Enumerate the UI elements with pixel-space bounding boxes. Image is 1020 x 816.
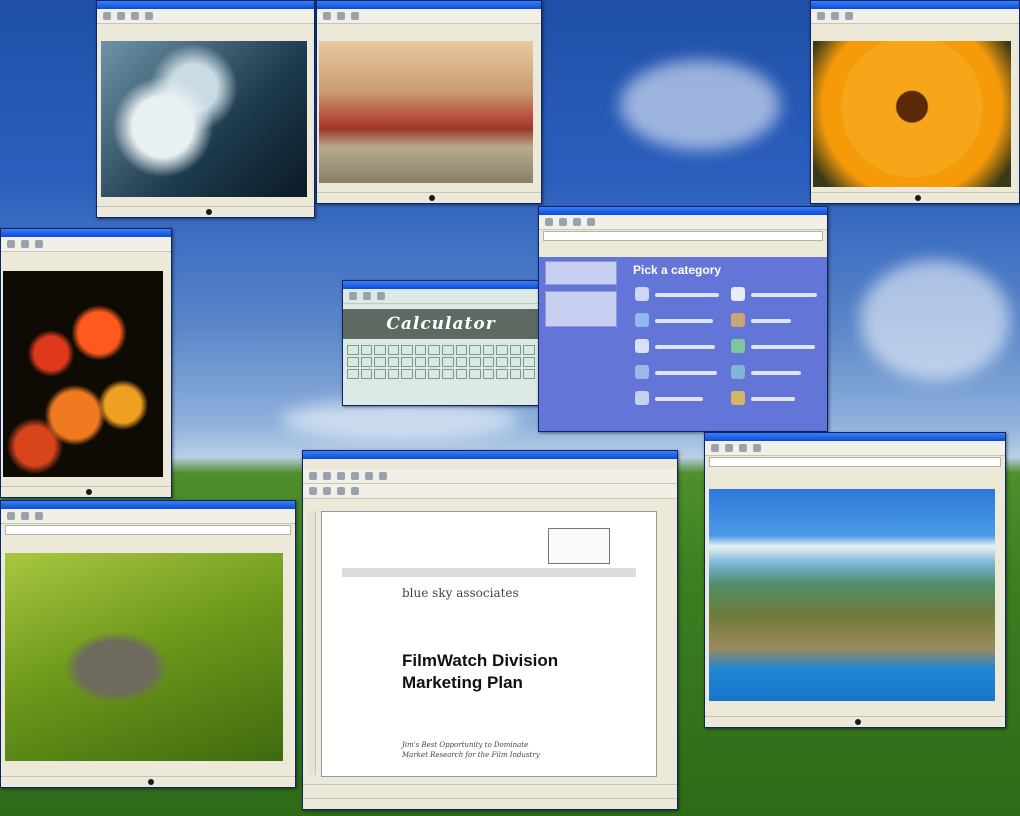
title-bar[interactable]	[343, 281, 539, 289]
toolbar[interactable]	[1, 237, 171, 252]
cloud	[620, 60, 780, 150]
category-icon[interactable]	[731, 313, 745, 327]
vertical-ruler	[307, 511, 316, 775]
calculator-window[interactable]: Calculator	[342, 280, 540, 406]
category-link[interactable]	[751, 397, 795, 401]
document-subtitle-line2: Market Research for the Film Industry	[402, 751, 540, 759]
document-subtitle-line1: Jim's Best Opportunity to Dominate	[402, 741, 529, 749]
category-icon[interactable]	[635, 391, 649, 405]
document-title-line2: Marketing Plan	[402, 673, 523, 692]
menu-bar[interactable]	[303, 459, 677, 469]
category-heading: Pick a category	[633, 263, 722, 277]
toolbar[interactable]	[317, 9, 541, 24]
category-link[interactable]	[751, 293, 817, 297]
title-bar[interactable]	[1, 501, 295, 509]
category-panel: Pick a category	[539, 257, 827, 431]
photo-coastline	[709, 489, 995, 701]
title-bar[interactable]	[317, 1, 541, 9]
title-bar[interactable]	[97, 1, 314, 9]
formatting-toolbar[interactable]	[303, 484, 677, 499]
title-bar[interactable]	[1, 229, 171, 237]
title-bar[interactable]	[539, 207, 827, 215]
title-bar[interactable]	[705, 433, 1005, 441]
header-band	[342, 568, 636, 577]
control-panel-window[interactable]: Pick a category	[538, 206, 828, 432]
document-subtitle: Jim's Best Opportunity to Dominate Marke…	[402, 740, 540, 760]
address-bar[interactable]	[5, 525, 291, 535]
globe-icon	[148, 779, 154, 785]
standard-toolbar[interactable]	[303, 469, 677, 484]
category-link[interactable]	[751, 371, 801, 375]
title-bar[interactable]	[811, 1, 1019, 9]
desktop-background: Calculator Pick a category blue sky asso…	[0, 0, 1020, 816]
status-bar	[1, 776, 295, 787]
category-link[interactable]	[751, 345, 815, 349]
photo-window-red-flowers[interactable]	[0, 228, 172, 498]
category-icon[interactable]	[731, 287, 745, 301]
globe-icon	[86, 489, 92, 495]
photo-red-flowers	[3, 271, 163, 477]
document-page[interactable]: blue sky associates FilmWatch Division M…	[321, 511, 657, 777]
photo-window-insect[interactable]	[0, 500, 296, 788]
document-title-line1: FilmWatch Division	[402, 651, 559, 670]
category-icon[interactable]	[635, 313, 649, 327]
document-title: FilmWatch Division Marketing Plan	[402, 650, 558, 694]
category-icon[interactable]	[731, 365, 745, 379]
toolbar[interactable]	[343, 289, 539, 304]
category-icon[interactable]	[635, 365, 649, 379]
category-icon[interactable]	[635, 287, 649, 301]
word-document-window[interactable]: blue sky associates FilmWatch Division M…	[302, 450, 678, 810]
status-bar	[97, 206, 314, 217]
logo-placeholder	[548, 528, 610, 564]
task-sidebar	[545, 261, 617, 391]
photo-orange-flower	[813, 41, 1011, 187]
photo-window-waves[interactable]	[96, 0, 315, 218]
globe-icon	[855, 719, 861, 725]
category-link[interactable]	[655, 293, 719, 297]
status-bar	[317, 192, 541, 203]
cloud	[860, 260, 1010, 380]
globe-icon	[205, 209, 212, 215]
category-link[interactable]	[751, 319, 791, 323]
address-bar[interactable]	[543, 231, 823, 241]
photo-waves	[101, 41, 307, 197]
globe-icon	[915, 195, 921, 201]
category-link[interactable]	[655, 397, 703, 401]
photo-insect	[5, 553, 283, 761]
status-bar	[811, 192, 1019, 203]
category-link[interactable]	[655, 371, 717, 375]
calculator-keypad[interactable]	[347, 345, 535, 379]
toolbar[interactable]	[1, 509, 295, 524]
category-icon[interactable]	[731, 391, 745, 405]
status-bar	[1, 486, 171, 497]
category-icon[interactable]	[635, 339, 649, 353]
toolbar[interactable]	[97, 9, 314, 24]
status-bar	[705, 716, 1005, 727]
category-link[interactable]	[655, 345, 715, 349]
calculator-title: Calculator	[343, 309, 539, 339]
company-name: blue sky associates	[402, 586, 519, 600]
address-bar[interactable]	[709, 457, 1001, 467]
category-icon[interactable]	[731, 339, 745, 353]
photo-window-coast[interactable]	[704, 432, 1006, 728]
photo-town-square	[319, 41, 533, 183]
title-bar[interactable]	[303, 451, 677, 459]
toolbar[interactable]	[539, 215, 827, 230]
category-link[interactable]	[655, 319, 713, 323]
status-bar	[303, 798, 677, 809]
toolbar[interactable]	[705, 441, 1005, 456]
photo-window-flower[interactable]	[810, 0, 1020, 204]
toolbar[interactable]	[811, 9, 1019, 24]
globe-icon	[429, 195, 435, 201]
cloud	[280, 400, 520, 440]
photo-window-town[interactable]	[316, 0, 542, 204]
drawing-toolbar[interactable]	[303, 784, 677, 799]
